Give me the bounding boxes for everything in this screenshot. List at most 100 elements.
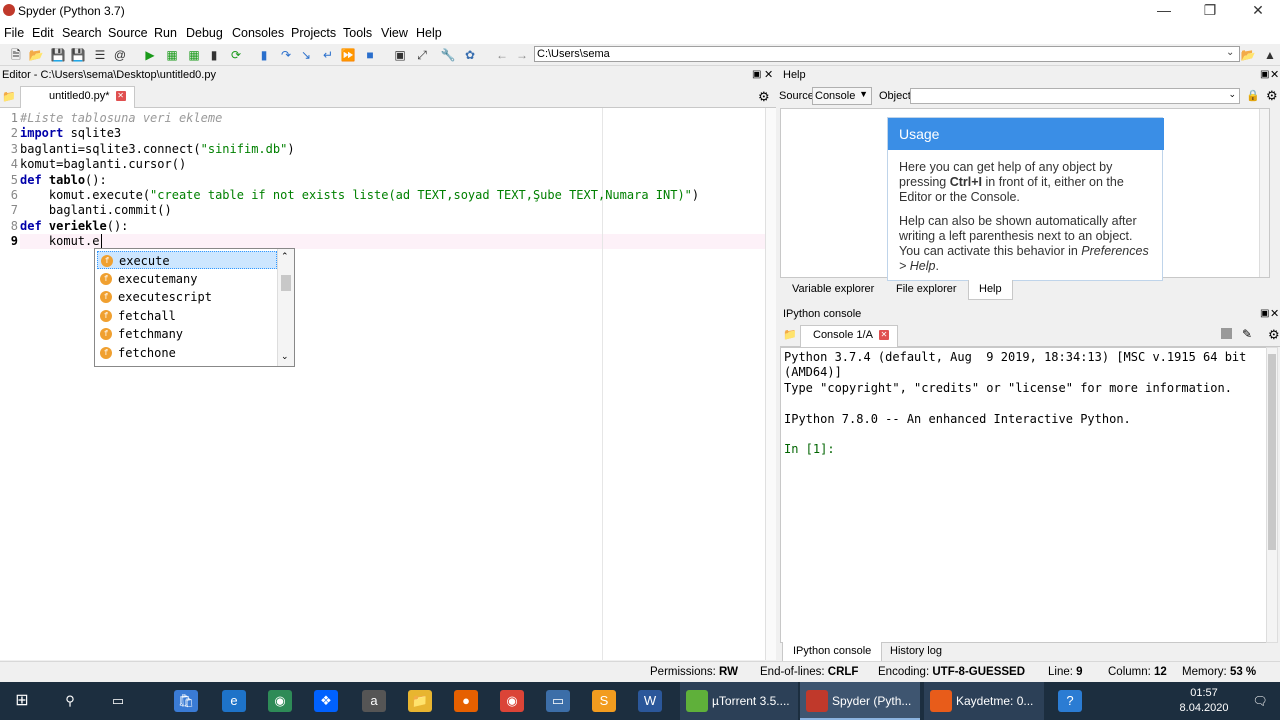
maximize-icon[interactable]: ❐ (1200, 2, 1220, 19)
completion-item[interactable]: f executemany (97, 270, 277, 288)
maximize-pane-icon[interactable]: ▣ (392, 47, 408, 63)
run-cell-icon[interactable]: ▦ (164, 47, 180, 63)
source-select[interactable]: Console ▼ (812, 87, 872, 105)
tab-history-log[interactable]: History log (880, 642, 952, 662)
chevron-down-icon[interactable]: ⌄ (1226, 47, 1234, 58)
code-editor[interactable]: 123456789 #Liste tablosuna veri ekleme im… (0, 108, 776, 660)
gear-icon[interactable]: ⚙ (1266, 88, 1278, 104)
task-view-icon[interactable]: ▭ (106, 690, 130, 712)
menu-view[interactable]: View (381, 26, 408, 40)
stop-kernel-icon[interactable] (1221, 328, 1232, 339)
lock-icon[interactable]: 🔒 (1246, 89, 1260, 102)
at-icon[interactable]: @ (112, 47, 128, 63)
menu-tools[interactable]: Tools (343, 26, 372, 40)
tab-ipython-console[interactable]: IPython console (782, 642, 883, 662)
tab-help[interactable]: Help (968, 280, 1013, 300)
close-pane-icon[interactable]: ✕ (1270, 68, 1279, 81)
menu-search[interactable]: Search (62, 26, 102, 40)
tab-file-explorer[interactable]: File explorer (886, 280, 967, 300)
notifications-icon[interactable]: 🗨 (1248, 690, 1272, 712)
monitor-app-icon[interactable]: ▭ (546, 690, 570, 712)
gear-icon[interactable]: ⚙ (1268, 327, 1280, 343)
save-icon[interactable]: 💾 (50, 47, 66, 63)
step-return-icon[interactable]: ↵ (320, 47, 336, 63)
tripadvisor-icon[interactable]: ◉ (268, 690, 292, 712)
menu-file[interactable]: File (4, 26, 24, 40)
help-tray-icon[interactable]: ? (1058, 690, 1082, 712)
chrome-icon[interactable]: ◉ (500, 690, 524, 712)
list-icon[interactable]: ☰ (92, 47, 108, 63)
completion-item[interactable]: f execute (97, 251, 277, 269)
step-into-icon[interactable]: ↘ (298, 47, 314, 63)
windows-start-icon[interactable]: ⊞ (10, 690, 34, 712)
completion-item[interactable]: f executescript (97, 288, 277, 306)
parent-folder-icon[interactable]: ▲ (1262, 47, 1278, 63)
search-icon[interactable]: ⚲ (58, 690, 82, 712)
browse-folder-icon[interactable]: 📂 (1240, 47, 1256, 63)
system-clock[interactable]: 01:57 8.04.2020 (1174, 686, 1234, 716)
browse-tabs-icon[interactable]: 📁 (2, 90, 16, 103)
completion-scrollbar[interactable]: ⌃ ⌄ (277, 249, 294, 366)
close-pane-icon[interactable]: ✕ (764, 68, 773, 81)
menu-source[interactable]: Source (108, 26, 148, 40)
gear-icon[interactable]: ⚙ (758, 89, 770, 105)
close-tab-icon[interactable]: ✕ (115, 91, 126, 102)
undock-icon[interactable]: ▣ (1260, 308, 1269, 319)
debug-icon[interactable]: ▮ (256, 47, 272, 63)
menu-run[interactable]: Run (154, 26, 177, 40)
undock-icon[interactable]: ▣ (1260, 69, 1269, 80)
close-tab-icon[interactable]: ✕ (878, 330, 889, 341)
completion-item[interactable]: f fetchmany (97, 325, 277, 343)
ipython-console-output[interactable]: Python 3.7.4 (default, Aug 9 2019, 18:34… (780, 347, 1268, 643)
open-file-icon[interactable]: 📂 (28, 47, 44, 63)
browse-tabs-icon[interactable]: 📁 (783, 328, 797, 341)
new-file-icon[interactable]: 🗎 (8, 47, 24, 63)
continue-icon[interactable]: ⏩ (340, 47, 356, 63)
run-cell-advance-icon[interactable]: ▦ (186, 47, 202, 63)
forward-icon[interactable]: → (514, 47, 530, 63)
sublime-icon[interactable]: S (592, 690, 616, 712)
rerun-icon[interactable]: ⟳ (228, 47, 244, 63)
tab-console-1a[interactable]: Console 1/A ✕ (800, 325, 898, 347)
menu-edit[interactable]: Edit (32, 26, 54, 40)
amazon-icon[interactable]: a (362, 690, 386, 712)
editor-scrollbar[interactable] (765, 108, 776, 660)
firefox-icon[interactable]: ● (454, 690, 478, 712)
run-selection-icon[interactable]: ▮ (206, 47, 222, 63)
back-icon[interactable]: ← (494, 47, 510, 63)
close-pane-icon[interactable]: ✕ (1270, 307, 1279, 320)
completion-item[interactable]: f fetchall (97, 307, 277, 325)
clear-console-icon[interactable]: ✎ (1242, 327, 1252, 341)
close-window-icon[interactable]: ✕ (1248, 2, 1268, 19)
fullscreen-icon[interactable]: ⤢ (414, 47, 430, 63)
scroll-down-icon[interactable]: ⌄ (281, 351, 289, 362)
help-scrollbar[interactable] (1259, 109, 1269, 277)
console-scrollbar[interactable] (1266, 347, 1278, 643)
taskbar-app-recorder[interactable]: Kaydetme: 0... (924, 682, 1044, 720)
menu-projects[interactable]: Projects (291, 26, 336, 40)
menu-help[interactable]: Help (416, 26, 442, 40)
working-directory-input[interactable]: C:\Users\sema (534, 46, 1240, 62)
minimize-icon[interactable]: — (1154, 2, 1174, 18)
word-icon[interactable]: W (638, 690, 662, 712)
store-icon[interactable]: 🛍 (174, 690, 198, 712)
preferences-icon[interactable]: 🔧 (440, 47, 456, 63)
scroll-thumb[interactable] (281, 275, 291, 291)
object-input[interactable]: ⌄ (910, 88, 1240, 104)
python-path-icon[interactable]: ✿ (462, 47, 478, 63)
scroll-up-icon[interactable]: ⌃ (281, 251, 289, 262)
completion-item[interactable]: f fetchone (97, 344, 277, 362)
undock-icon[interactable]: ▣ (752, 69, 761, 80)
run-icon[interactable]: ▶ (142, 47, 158, 63)
menu-consoles[interactable]: Consoles (232, 26, 284, 40)
stop-icon[interactable]: ■ (362, 47, 378, 63)
dropbox-icon[interactable]: ❖ (314, 690, 338, 712)
save-all-icon[interactable]: 💾 (70, 47, 86, 63)
scroll-thumb[interactable] (1268, 354, 1276, 550)
completion-popup[interactable]: f execute f executemany f executescript f fetch… (94, 248, 295, 367)
taskbar-app-spyder[interactable]: Spyder (Pyth... (800, 682, 920, 720)
step-icon[interactable]: ↷ (278, 47, 294, 63)
tab-untitled0[interactable]: untitled0.py* ✕ (20, 86, 135, 108)
tab-variable-explorer[interactable]: Variable explorer (782, 280, 884, 300)
menu-debug[interactable]: Debug (186, 26, 223, 40)
